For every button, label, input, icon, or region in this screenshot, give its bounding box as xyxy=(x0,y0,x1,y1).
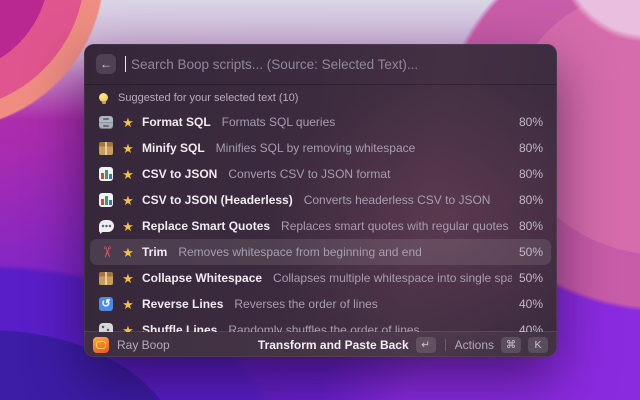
list-item[interactable]: Reverse Lines Reverses the order of line… xyxy=(90,291,551,317)
item-description: Converts headerless CSV to JSON xyxy=(303,193,491,207)
footer-divider xyxy=(444,338,446,351)
bar-chart-icon xyxy=(99,167,113,181)
item-score: 50% xyxy=(518,245,543,259)
star-icon xyxy=(121,142,135,155)
star-icon xyxy=(121,246,135,259)
back-button[interactable]: ← xyxy=(96,54,116,74)
star-icon xyxy=(121,272,135,285)
star-icon xyxy=(121,168,135,181)
return-key-icon: ↵ xyxy=(415,336,436,353)
app-name: Ray Boop xyxy=(117,337,170,352)
star-icon xyxy=(121,116,135,129)
item-name: Format SQL xyxy=(142,115,211,129)
footer-bar: Ray Boop Transform and Paste Back ↵ Acti… xyxy=(84,331,557,357)
item-description: Minifies SQL by removing whitespace xyxy=(215,141,416,155)
package-icon xyxy=(99,271,113,285)
item-name: Trim xyxy=(142,245,168,259)
speech-balloon-icon xyxy=(98,220,114,234)
item-name: CSV to JSON (Headerless) xyxy=(142,193,293,207)
item-score: 80% xyxy=(518,193,543,207)
package-icon xyxy=(99,141,113,155)
light-bulb-icon xyxy=(99,92,108,104)
item-name: CSV to JSON xyxy=(142,167,218,181)
k-key-icon: K xyxy=(528,336,548,353)
script-rows: Format SQL Formats SQL queries 80% Minif… xyxy=(84,109,557,332)
scissors-icon xyxy=(98,244,114,260)
item-name: Replace Smart Quotes xyxy=(142,219,271,233)
footer-actions: Transform and Paste Back ↵ Actions ⌘ K xyxy=(258,336,548,353)
list-item[interactable]: Format SQL Formats SQL queries 80% xyxy=(90,109,551,135)
item-description: Collapses multiple whitespace into singl… xyxy=(273,271,512,285)
star-icon xyxy=(121,194,135,207)
actions-button[interactable]: Actions xyxy=(455,338,494,352)
primary-action-button[interactable]: Transform and Paste Back xyxy=(258,338,409,352)
search-bar: ← xyxy=(84,44,557,85)
item-score: 80% xyxy=(518,115,543,129)
list-item[interactable]: Replace Smart Quotes Replaces smart quot… xyxy=(90,213,551,239)
star-icon xyxy=(121,220,135,233)
item-description: Removes whitespace from beginning and en… xyxy=(178,245,422,259)
counterclockwise-arrows-icon xyxy=(99,297,113,311)
list-item[interactable]: Minify SQL Minifies SQL by removing whit… xyxy=(90,135,551,161)
item-score: 40% xyxy=(518,297,543,311)
section-header: Suggested for your selected text (10) xyxy=(84,85,557,109)
command-key-icon: ⌘ xyxy=(501,336,521,353)
bar-chart-icon xyxy=(99,193,113,207)
item-name: Collapse Whitespace xyxy=(142,271,263,285)
list-item[interactable]: Shuffle Lines Randomly shuffles the orde… xyxy=(90,317,551,332)
back-arrow-icon: ← xyxy=(100,57,112,71)
text-caret xyxy=(125,56,126,72)
desktop: { "colors": { "wallpaper_magenta": "#c43… xyxy=(0,0,640,400)
star-icon xyxy=(121,298,135,311)
list-item[interactable]: CSV to JSON (Headerless) Converts header… xyxy=(90,187,551,213)
list-item[interactable]: CSV to JSON Converts CSV to JSON format … xyxy=(90,161,551,187)
item-description: Formats SQL queries xyxy=(221,115,336,129)
item-description: Reverses the order of lines xyxy=(234,297,378,311)
item-score: 50% xyxy=(518,271,543,285)
card-file-box-icon xyxy=(99,115,113,129)
item-score: 80% xyxy=(518,167,543,181)
list-item[interactable]: Trim Removes whitespace from beginning a… xyxy=(90,239,551,265)
section-header-label: Suggested for your selected text (10) xyxy=(118,92,299,104)
item-score: 80% xyxy=(518,141,543,155)
item-description: Converts CSV to JSON format xyxy=(228,167,391,181)
script-list: Suggested for your selected text (10) Fo… xyxy=(84,85,557,332)
raycast-boop-window: ← Suggested for your selected text (10) … xyxy=(84,44,557,357)
item-name: Reverse Lines xyxy=(142,297,224,311)
item-description: Replaces smart quotes with regular quote… xyxy=(281,219,509,233)
search-input[interactable] xyxy=(129,55,545,73)
list-item[interactable]: Collapse Whitespace Collapses multiple w… xyxy=(90,265,551,291)
boop-app-icon xyxy=(93,336,109,353)
item-score: 80% xyxy=(518,219,543,233)
item-name: Minify SQL xyxy=(142,141,205,155)
